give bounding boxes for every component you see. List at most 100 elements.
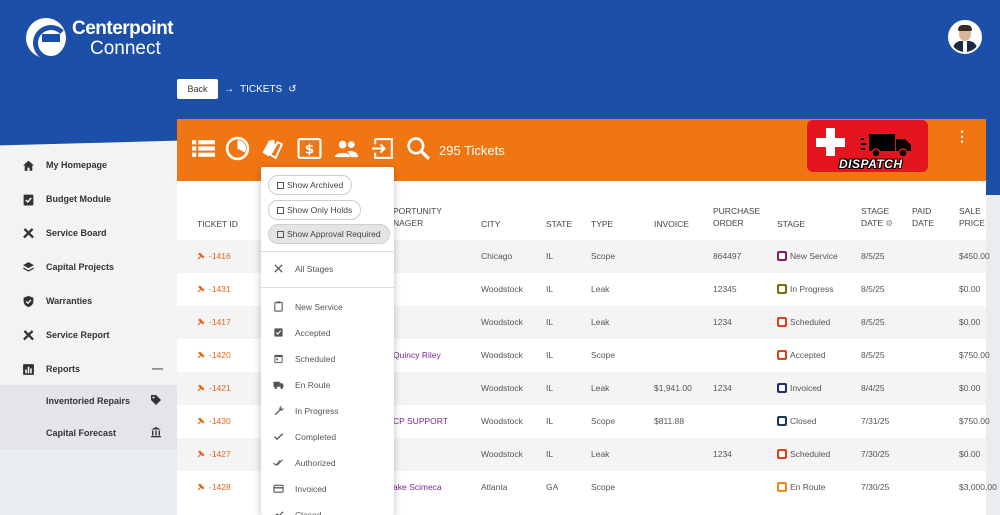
dispatch-label: DISPATCH: [839, 157, 903, 171]
cell-id[interactable]: -1431: [197, 284, 231, 294]
sidebar-item-label: Reports: [46, 364, 81, 374]
logo-mark-icon: [26, 18, 69, 61]
more-menu-icon[interactable]: ⋮: [955, 128, 969, 145]
sidebar-item-label: Capital Projects: [46, 262, 115, 272]
ticket-count: 295 Tickets: [439, 143, 505, 158]
sidebar-item-budget[interactable]: Budget Module: [0, 182, 177, 216]
cell-pm[interactable]: ake Scimeca: [393, 482, 442, 492]
ticket-icon: [197, 417, 205, 425]
sidebar-item-homepage[interactable]: My Homepage: [0, 148, 177, 182]
cell-city: Woodstock: [481, 350, 523, 360]
col-state[interactable]: STATE: [546, 218, 572, 230]
stage-icon: [777, 482, 787, 492]
cell-pm[interactable]: CP SUPPORT: [393, 416, 448, 426]
cell-city: Chicago: [481, 251, 513, 261]
cell-type: Leak: [591, 383, 610, 393]
tools-icon: [23, 227, 34, 238]
search-icon[interactable]: [406, 136, 431, 161]
cell-state: GA: [546, 482, 559, 492]
stage-option-en-route[interactable]: En Route: [261, 372, 394, 398]
dispatch-button[interactable]: DISPATCH: [807, 120, 928, 172]
col-paid-date[interactable]: PAID DATE: [912, 205, 942, 229]
user-avatar[interactable]: [948, 20, 982, 54]
cell-state: IL: [546, 317, 554, 327]
cell-pm[interactable]: Quincy Riley: [393, 350, 441, 360]
col-stage-date[interactable]: STAGE DATE ⚙: [861, 205, 901, 229]
stage-option-completed[interactable]: Completed: [261, 424, 394, 450]
filter-icon[interactable]: ⚙: [885, 218, 893, 228]
col-ticket-id[interactable]: TICKET ID: [197, 218, 238, 230]
cell-id[interactable]: -1417: [197, 317, 231, 327]
cell-stage-date: 8/4/25: [861, 383, 885, 393]
history-icon[interactable]: ↺: [288, 84, 296, 95]
sidebar-item-service-board[interactable]: Service Board: [0, 216, 177, 250]
sidebar-subitem-capital-forecast[interactable]: Capital Forecast: [0, 417, 177, 449]
show-archived-toggle[interactable]: Show Archived: [268, 175, 353, 195]
cell-id[interactable]: -1427: [197, 449, 231, 459]
col-invoice[interactable]: INVOICE: [654, 218, 689, 230]
export-icon[interactable]: [371, 136, 396, 161]
app-logo[interactable]: Centerpoint Connect: [26, 17, 174, 61]
cell-state: IL: [546, 284, 554, 294]
cell-id[interactable]: -1416: [197, 251, 231, 261]
stage-option-authorized[interactable]: Authorized: [261, 450, 394, 476]
cell-id[interactable]: -1428: [197, 482, 231, 492]
pie-chart-icon[interactable]: [225, 136, 250, 161]
cell-stage: Invoiced: [777, 383, 822, 393]
sidebar-item-warranties[interactable]: Warranties: [0, 284, 177, 318]
ticket-icon: [197, 351, 205, 359]
truck-icon: [861, 134, 911, 158]
show-only-holds-toggle[interactable]: Show Only Holds: [268, 200, 362, 220]
back-button[interactable]: Back: [177, 79, 218, 99]
col-purchase-order[interactable]: PURCHASE ORDER: [713, 205, 763, 229]
dollar-icon[interactable]: $: [297, 136, 322, 161]
stage-icon: [777, 416, 787, 426]
cell-id[interactable]: -1430: [197, 416, 231, 426]
stage-option-in-progress[interactable]: In Progress: [261, 398, 394, 424]
sidebar-item-capital-projects[interactable]: Capital Projects: [0, 250, 177, 284]
wrench-icon: [274, 406, 284, 416]
stage-option-all[interactable]: All Stages: [261, 256, 394, 282]
check-square-icon: [274, 328, 283, 337]
calendar-icon: [274, 354, 283, 364]
clipboard-icon: [274, 301, 283, 312]
cell-id[interactable]: -1421: [197, 383, 231, 393]
stage-option-new-service[interactable]: New Service: [261, 294, 394, 320]
col-project-manager[interactable]: PORTUNITY NAGER: [393, 205, 453, 229]
cell-price: $750.00: [959, 416, 990, 426]
arrow-right-icon: →: [224, 84, 234, 95]
cell-city: Atlanta: [481, 482, 508, 492]
cell-type: Leak: [591, 284, 610, 294]
show-approval-required-toggle[interactable]: Show Approval Required: [268, 224, 390, 244]
col-stage[interactable]: STAGE: [777, 218, 805, 230]
stage-option-closed[interactable]: Closed: [261, 502, 394, 515]
collapse-icon[interactable]: —: [152, 363, 163, 375]
brand-line2: Connect: [90, 37, 161, 59]
sidebar-item-service-report[interactable]: Service Report: [0, 318, 177, 352]
sidebar-item-reports[interactable]: Reports —: [0, 352, 177, 386]
col-city[interactable]: CITY: [481, 218, 500, 230]
cell-stage-date: 8/5/25: [861, 317, 885, 327]
col-sale-price[interactable]: SALE PRICE: [959, 205, 989, 229]
tags-icon[interactable]: [260, 136, 285, 161]
cell-stage: Scheduled: [777, 317, 830, 327]
list-icon[interactable]: [191, 136, 216, 161]
divider: [261, 251, 394, 252]
sidebar-subitem-label: Capital Forecast: [46, 428, 117, 438]
tools-icon: [23, 329, 34, 340]
brand-line1: Centerpoint: [72, 17, 174, 39]
col-type[interactable]: TYPE: [591, 218, 613, 230]
cell-stage: In Progress: [777, 284, 833, 294]
cell-price: $0.00: [959, 284, 981, 294]
users-icon[interactable]: [334, 136, 359, 161]
stage-option-invoiced[interactable]: Invoiced: [261, 476, 394, 502]
cell-price: $0.00: [959, 449, 981, 459]
truck-icon: [273, 381, 284, 389]
cell-state: IL: [546, 383, 554, 393]
sidebar-subitem-inventoried-repairs[interactable]: Inventoried Repairs: [0, 385, 177, 417]
divider: [261, 287, 394, 288]
check-icon: [273, 433, 284, 441]
stage-option-accepted[interactable]: Accepted: [261, 320, 394, 346]
cell-id[interactable]: -1420: [197, 350, 231, 360]
stage-option-scheduled[interactable]: Scheduled: [261, 346, 394, 372]
